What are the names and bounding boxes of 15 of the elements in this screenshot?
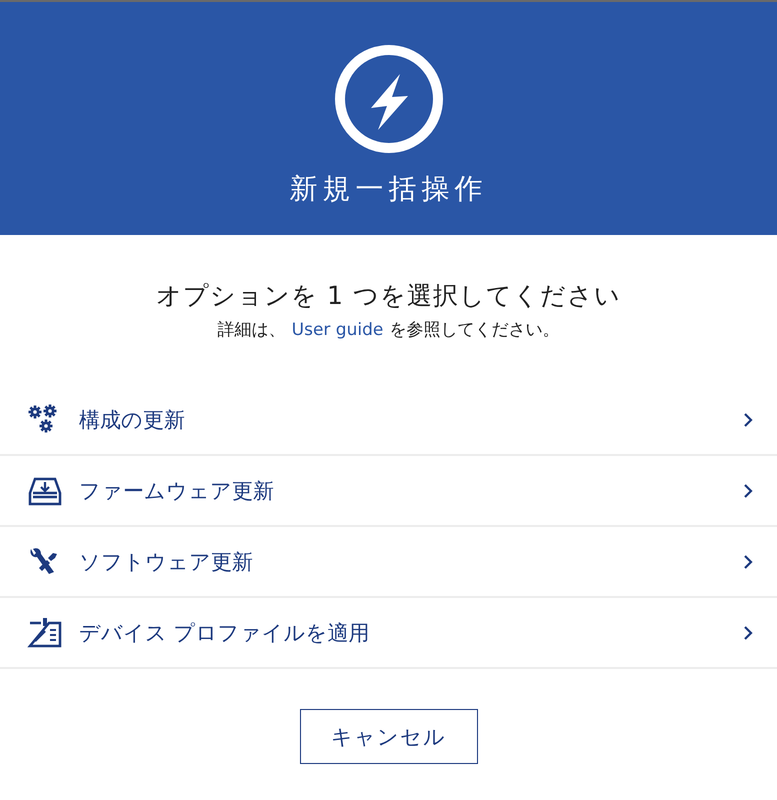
chevron-right-icon [743,482,753,498]
cancel-button[interactable]: キャンセル [300,709,478,764]
user-guide-link[interactable]: User guide [292,320,384,340]
option-row[interactable]: ソフトウェア更新 [0,527,777,598]
help-text: 詳細は、 User guide を参照してください。 [218,319,560,341]
option-row[interactable]: デバイス プロファイルを適用 [0,598,777,669]
prompt-heading: オプションを 1 つを選択してください [156,280,621,312]
chevron-right-icon [743,412,753,428]
chevron-right-icon [743,554,753,570]
dialog-title: 新規一括操作 [290,171,488,207]
profile-card-icon [27,616,63,648]
chevron-right-icon [743,624,753,640]
option-row[interactable]: ファームウェア更新 [0,456,777,527]
option-row[interactable]: 構成の更新 [0,385,777,456]
lightning-icon [334,44,444,154]
